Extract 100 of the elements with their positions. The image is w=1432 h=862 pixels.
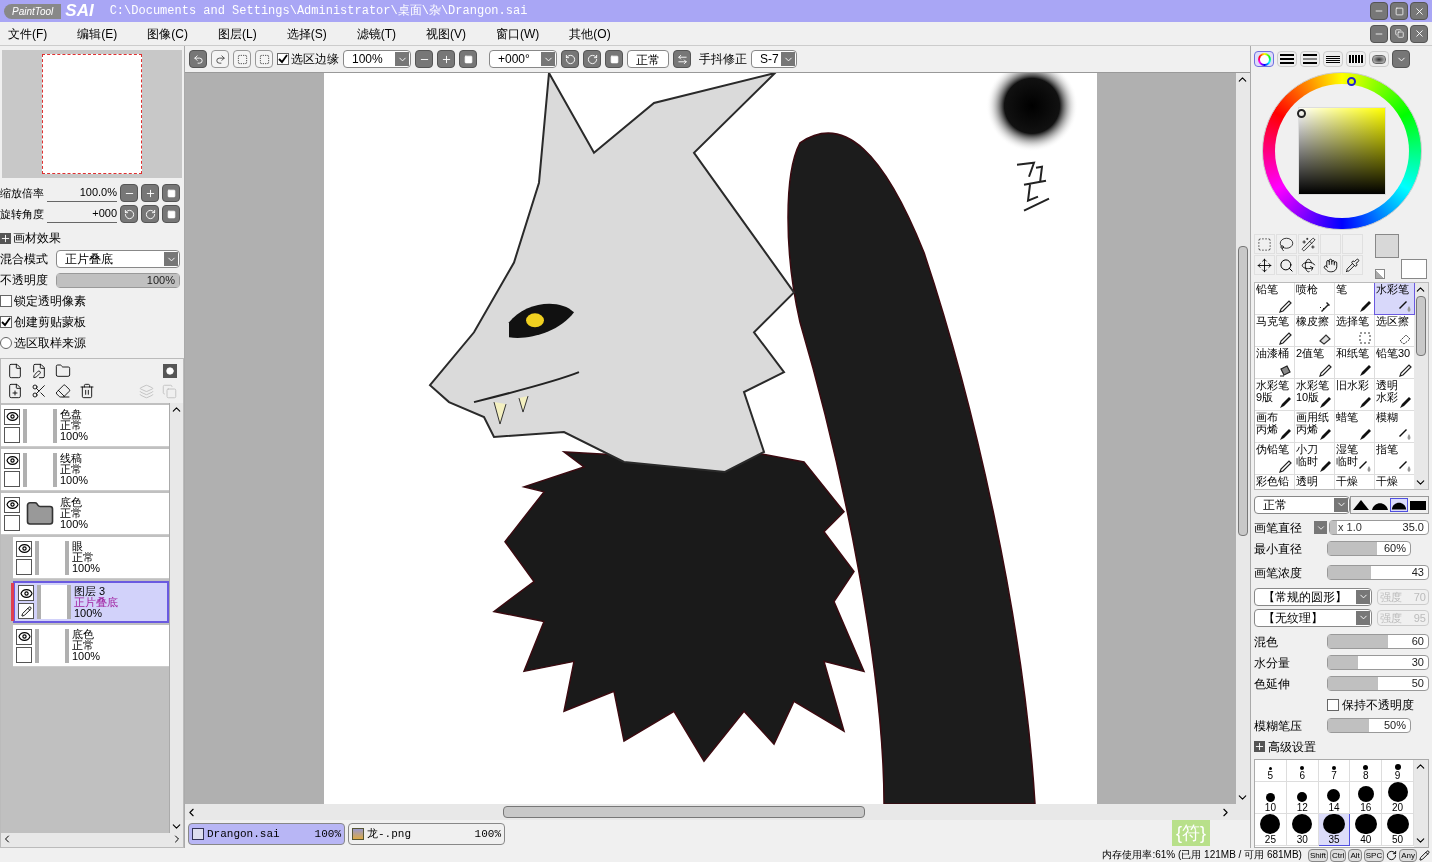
brush-size-preset[interactable]: 50 — [1382, 813, 1414, 846]
zoom-reset-button[interactable] — [162, 184, 180, 202]
zoom-select[interactable]: 100% — [343, 50, 411, 68]
brush-tool[interactable]: 透明 — [1295, 475, 1334, 489]
document-tab[interactable]: 龙-.png 100% — [348, 823, 505, 845]
minimize-button[interactable] — [1370, 2, 1388, 20]
brush-size-preset[interactable]: 7 — [1318, 759, 1351, 782]
eye-toggle[interactable] — [4, 452, 20, 469]
checkbox[interactable] — [0, 295, 12, 307]
brush-size-preset[interactable]: 8 — [1350, 759, 1383, 782]
zoom-reset-button[interactable] — [459, 50, 477, 68]
zoom-value[interactable]: 100.0% — [47, 184, 117, 202]
rotate-right-button[interactable] — [141, 205, 159, 223]
stabilizer-select[interactable]: S-7 — [751, 50, 797, 68]
density-slider[interactable]: 43 — [1327, 565, 1429, 581]
brush-tool[interactable]: 指笔 — [1375, 443, 1414, 475]
eyedropper-tool[interactable] — [1342, 255, 1363, 276]
mask-icon[interactable] — [163, 364, 177, 378]
rotate-right-button[interactable] — [583, 50, 601, 68]
brush-tool[interactable]: 旧水彩 — [1335, 379, 1374, 411]
checkbox[interactable] — [1327, 698, 1339, 711]
min-size-slider[interactable]: 60% — [1327, 541, 1411, 557]
rotate-tool[interactable] — [1298, 255, 1319, 276]
size-scrollbar[interactable] — [1414, 759, 1428, 847]
vertical-scrollbar[interactable] — [1236, 73, 1250, 804]
checkbox[interactable] — [0, 316, 12, 328]
layer-lock-toggle[interactable] — [4, 514, 20, 531]
eye-toggle[interactable] — [16, 628, 32, 645]
brush-scrollbar[interactable] — [1414, 283, 1428, 489]
layer-row[interactable]: 色盘 正常 100% — [1, 405, 169, 447]
minimize-button[interactable] — [1370, 24, 1388, 43]
color-mode-tab[interactable] — [1254, 51, 1274, 67]
brush-tool[interactable]: 喷枪 — [1295, 283, 1334, 315]
brush-tool[interactable]: 橡皮擦 — [1295, 315, 1334, 347]
brush-size-preset[interactable]: 40 — [1350, 813, 1383, 846]
hue-marker[interactable] — [1346, 77, 1356, 86]
rotate-reset-button[interactable] — [605, 50, 623, 68]
color-mode-tab[interactable] — [1346, 51, 1366, 67]
eye-toggle[interactable] — [4, 496, 20, 513]
canvas-area[interactable] — [185, 73, 1236, 804]
layer-lock-toggle[interactable] — [16, 558, 32, 575]
color-marker[interactable] — [1296, 109, 1306, 118]
brush-size-preset[interactable]: 14 — [1318, 781, 1351, 814]
layer-lock-toggle[interactable] — [16, 646, 32, 663]
checkbox[interactable] — [277, 53, 289, 65]
brush-tool[interactable]: 小刀 临时 — [1295, 443, 1334, 475]
rotation-select[interactable]: +000° — [489, 50, 557, 68]
zoom-out-button[interactable] — [415, 50, 433, 68]
scroll-thumb[interactable] — [1238, 246, 1248, 536]
brush-param-slider[interactable]: 30 — [1327, 655, 1429, 671]
undo-button[interactable] — [189, 50, 207, 68]
close-button[interactable] — [1410, 2, 1428, 20]
rotate-left-button[interactable] — [120, 205, 138, 223]
brush-tool[interactable]: 铅笔 — [1255, 283, 1294, 315]
brush-tool[interactable]: 干燥 — [1335, 475, 1374, 489]
eye-toggle[interactable] — [4, 408, 20, 425]
foreground-color-swatch[interactable] — [1375, 234, 1399, 259]
rotate-reset-button[interactable] — [162, 205, 180, 223]
brush-shape-select[interactable]: 【常规的圆形】 — [1254, 587, 1372, 606]
zoom-out-button[interactable] — [120, 184, 138, 202]
eye-toggle[interactable] — [18, 585, 34, 601]
menu-item[interactable]: 文件(F) — [8, 24, 48, 43]
layer-row[interactable]: 线稿 正常 100% — [1, 449, 169, 491]
color-mode-tab[interactable] — [1369, 51, 1389, 67]
saturation-value-square[interactable] — [1297, 107, 1386, 196]
canvas-page[interactable] — [324, 73, 1097, 804]
brush-tool[interactable]: 马克笔 — [1255, 315, 1294, 347]
brush-size-preset[interactable]: 20 — [1382, 781, 1414, 814]
menu-item[interactable]: 视图(V) — [426, 24, 466, 43]
brush-tool[interactable]: 透明 水彩 — [1375, 379, 1414, 411]
menu-item[interactable]: 图层(L) — [218, 24, 257, 43]
zoom-in-button[interactable] — [437, 50, 455, 68]
brush-tool[interactable]: 湿笔 临时 — [1335, 443, 1374, 475]
brush-size-preset[interactable]: 6 — [1286, 759, 1319, 782]
brush-size-preset[interactable]: 12 — [1286, 781, 1319, 814]
brush-size-preset[interactable]: 25 — [1255, 813, 1287, 846]
brush-size-preset[interactable]: 16 — [1350, 781, 1383, 814]
brush-tool[interactable]: 伪铅笔 — [1255, 443, 1294, 475]
blend-mode-select[interactable]: 正片叠底 — [56, 250, 180, 268]
lasso-tool[interactable] — [1276, 234, 1297, 255]
brush-tool[interactable]: 蜡笔 — [1335, 411, 1374, 443]
view-mode-button[interactable]: 正常 — [627, 50, 669, 68]
brush-tool[interactable]: 水彩笔 9版 — [1255, 379, 1294, 411]
brush-param-slider[interactable]: 60 — [1327, 634, 1429, 650]
rotate-value[interactable]: +000 — [47, 205, 117, 223]
layer-row[interactable]: 眼 正常 100% — [13, 537, 169, 579]
document-tab[interactable]: Drangon.sai 100% — [188, 823, 345, 845]
layer-lock-toggle[interactable] — [4, 470, 20, 487]
menu-item[interactable]: 窗口(W) — [496, 24, 540, 43]
magic-wand-tool[interactable] — [1298, 234, 1319, 255]
zoom-tool[interactable] — [1276, 255, 1297, 276]
brush-size-preset[interactable]: 5 — [1255, 759, 1287, 782]
edge-shape-button[interactable] — [1390, 497, 1408, 512]
layer-row[interactable]: 底色 正常 100% — [1, 493, 169, 535]
brush-mode-select[interactable]: 正常 — [1254, 495, 1350, 514]
menu-item[interactable]: 选择(S) — [286, 24, 327, 43]
horizontal-scrollbar[interactable] — [1, 833, 183, 847]
scroll-thumb[interactable] — [1416, 296, 1426, 357]
brush-tool[interactable]: 笔 — [1335, 283, 1374, 315]
brush-size-preset[interactable]: 10 — [1255, 781, 1287, 814]
